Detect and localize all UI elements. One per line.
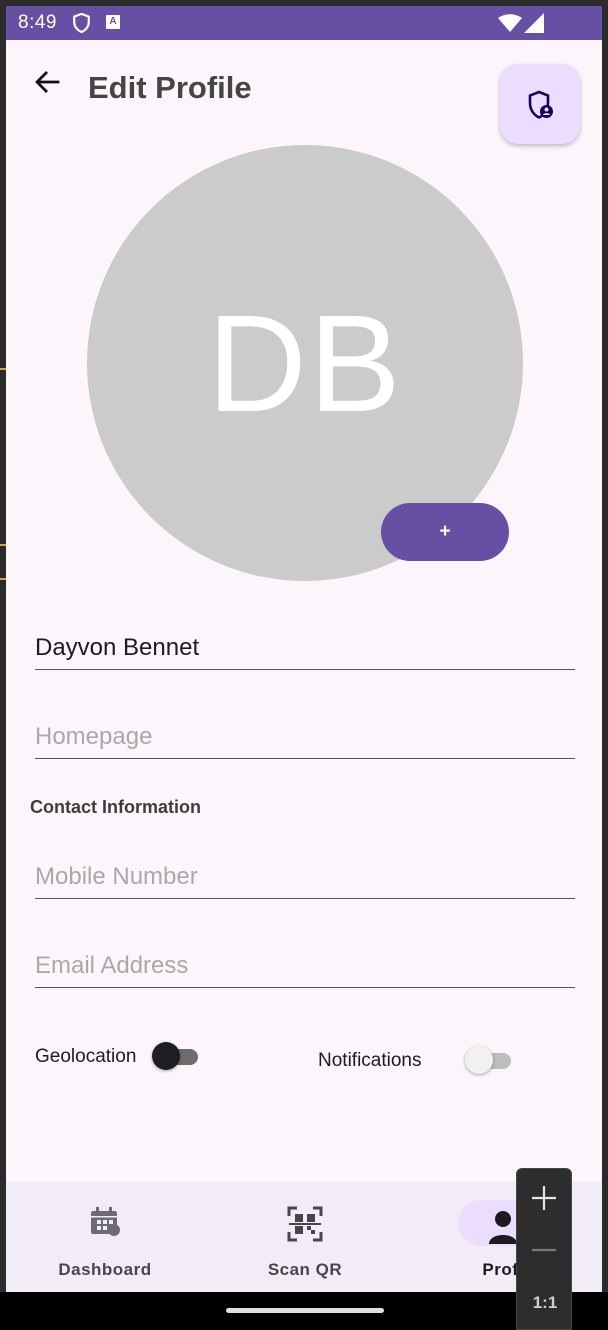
- nav-item-dashboard[interactable]: Dashboard: [6, 1182, 204, 1298]
- shield-icon: [73, 13, 90, 33]
- qr-scan-icon: [287, 1206, 323, 1242]
- nav-item-scan-qr[interactable]: Scan QR: [206, 1182, 404, 1298]
- mobile-field[interactable]: [35, 857, 575, 899]
- geolocation-label: Geolocation: [35, 1046, 137, 1067]
- zoom-panel: 1:1: [516, 1168, 572, 1330]
- wifi-icon: [498, 14, 522, 32]
- shield-person-icon: [528, 90, 553, 119]
- bottom-navigation: Dashboard Scan QR Profi: [6, 1182, 602, 1298]
- zoom-in-icon[interactable]: [531, 1185, 557, 1211]
- add-photo-button[interactable]: +: [381, 503, 509, 561]
- signal-icon: [524, 13, 544, 33]
- mobile-input[interactable]: [35, 857, 575, 897]
- app-screen: 8:49 A Edit Profile DB + Contact Informa…: [6, 6, 602, 1298]
- switch-thumb: [152, 1042, 180, 1070]
- nav-label-profile: Profi: [482, 1260, 524, 1279]
- switch-thumb: [465, 1046, 493, 1074]
- contact-section-title: Contact Information: [30, 797, 201, 817]
- avatar-initials: DB: [207, 287, 403, 441]
- homepage-field[interactable]: [35, 717, 575, 759]
- nav-item-profile[interactable]: Profi: [404, 1182, 602, 1298]
- home-gesture-handle[interactable]: [226, 1308, 384, 1313]
- geolocation-switch[interactable]: [152, 1040, 200, 1072]
- nav-label-scan-qr: Scan QR: [267, 1260, 343, 1279]
- arrow-back-icon[interactable]: [30, 66, 64, 100]
- page-title: Edit Profile: [88, 70, 252, 105]
- calendar-icon: [91, 1207, 120, 1236]
- name-field[interactable]: [35, 628, 575, 670]
- notifications-switch[interactable]: [465, 1044, 513, 1076]
- status-bar: 8:49 A: [6, 6, 602, 40]
- a-badge-icon: A: [106, 15, 120, 29]
- email-input[interactable]: [35, 946, 575, 986]
- status-time: 8:49: [18, 12, 57, 33]
- name-input[interactable]: [35, 628, 575, 668]
- zoom-reset-button[interactable]: 1:1: [517, 1293, 573, 1313]
- nav-label-dashboard: Dashboard: [58, 1260, 152, 1279]
- person-icon: [489, 1211, 517, 1244]
- homepage-input[interactable]: [35, 717, 575, 757]
- privacy-button[interactable]: [500, 64, 580, 144]
- email-field[interactable]: [35, 946, 575, 988]
- notifications-label: Notifications: [318, 1050, 422, 1071]
- zoom-out-icon[interactable]: [531, 1237, 557, 1263]
